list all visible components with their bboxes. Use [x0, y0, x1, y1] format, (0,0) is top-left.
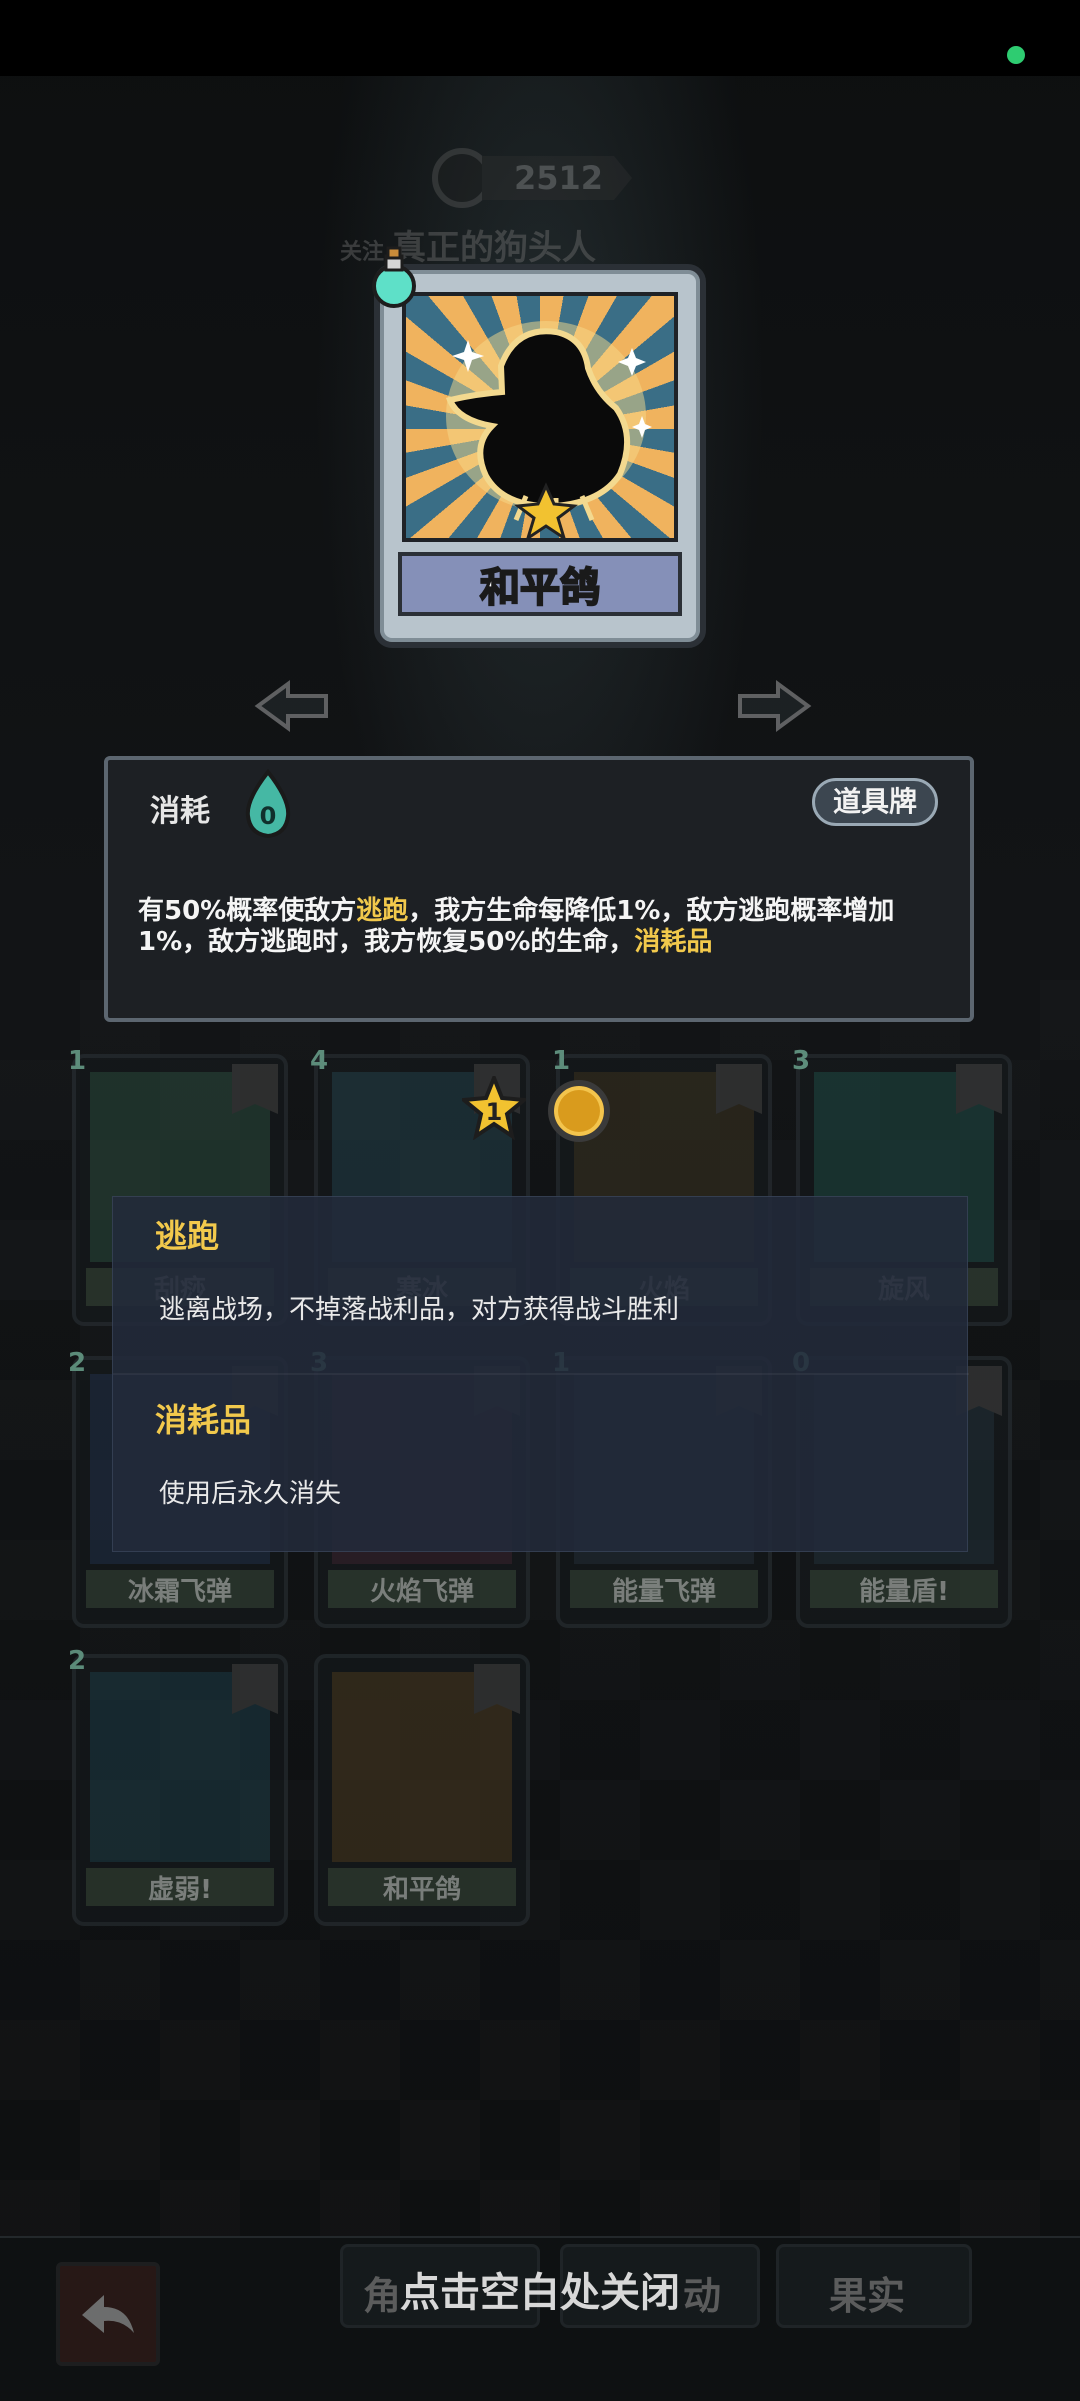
deck-card-cost: 1: [552, 1046, 571, 1076]
keyword-tooltip: 逃跑 逃离战场，不掉落战利品，对方获得战斗胜利 消耗品 使用后永久消失: [112, 1196, 969, 1552]
deck-card-name: 火焰飞弹: [369, 1576, 474, 1607]
back-button[interactable]: [56, 2262, 160, 2366]
keyword-flee[interactable]: 逃跑: [356, 896, 408, 926]
deck-card-name: 虚弱!: [148, 1874, 212, 1905]
energy-drop-icon: 0: [245, 768, 291, 839]
deck-card-cost: 1: [68, 1046, 87, 1076]
deck-card[interactable]: 2 虚弱!: [68, 1646, 288, 1926]
level-star-value: 1: [486, 1098, 503, 1126]
tap-to-close-hint[interactable]: 点击空白处关闭: [340, 2260, 740, 2318]
card-description-panel: 消耗 0 道具牌 有50%概率使敌方逃跑，我方生命每降低1%，敌方逃跑概率增加1…: [104, 756, 974, 1022]
tooltip-divider: [113, 1373, 969, 1375]
next-card-arrow-icon[interactable]: [736, 680, 812, 732]
deck-card-name-bar: 虚弱!: [86, 1868, 274, 1906]
deck-card-name: 能量盾!: [859, 1576, 949, 1607]
level-star-icon: 1: [462, 1076, 526, 1140]
featured-card: 和平鸽: [374, 264, 706, 648]
tooltip-body-flee: 逃离战场，不掉落战利品，对方获得战斗胜利: [159, 1295, 680, 1325]
deck-card-cost: 2: [68, 1348, 87, 1378]
tab-button-fruit[interactable]: 果实: [776, 2244, 972, 2328]
back-arrow-icon: [82, 2295, 134, 2333]
deck-card-name: 冰霜飞弹: [127, 1576, 232, 1607]
featured-card-name: 和平鸽: [479, 564, 601, 612]
dove-silhouette-icon: [445, 321, 652, 538]
deck-card-name-bar: 冰霜飞弹: [86, 1570, 274, 1608]
deck-card[interactable]: 和平鸽: [314, 1654, 530, 1926]
tooltip-title-consumable: 消耗品: [155, 1401, 252, 1439]
deck-card-name-bar: 火焰飞弹: [328, 1570, 516, 1608]
deck-card-cost: 2: [68, 1646, 87, 1676]
card-description: 有50%概率使敌方逃跑，我方生命每降低1%，敌方逃跑概率增加1%，敌方逃跑时，我…: [138, 896, 938, 958]
deck-card-cost: 3: [792, 1046, 811, 1076]
tooltip-body-consumable: 使用后永久消失: [159, 1479, 342, 1509]
status-indicator-dot: [1007, 46, 1025, 64]
featured-card-art: [402, 292, 678, 542]
prev-card-arrow-icon[interactable]: [254, 680, 330, 732]
deck-card-name-bar: 能量盾!: [810, 1570, 998, 1608]
tab-button-fruit-label: 果实: [829, 2274, 906, 2318]
coin-icon: [548, 1080, 610, 1142]
tooltip-title-flee: 逃跑: [155, 1217, 220, 1255]
potion-icon: [372, 246, 416, 308]
deck-card-name: 能量飞弹: [611, 1576, 716, 1607]
deck-card-cost: 4: [310, 1046, 329, 1076]
deck-card-name-bar: 能量飞弹: [570, 1570, 758, 1608]
keyword-consumable[interactable]: 消耗品: [634, 927, 712, 957]
deck-card-name: 和平鸽: [382, 1874, 461, 1905]
featured-card-name-bar: 和平鸽: [398, 552, 682, 616]
card-type-label: 消耗: [150, 794, 210, 829]
status-bar: [0, 0, 1080, 76]
deck-card-name-bar: 和平鸽: [328, 1868, 516, 1906]
card-cost: 0: [260, 802, 277, 830]
card-category-badge: 道具牌: [811, 778, 938, 826]
score-value: 2512: [514, 159, 604, 197]
score-plate: 2512: [432, 148, 640, 208]
desc-part: 有50%概率使敌方: [138, 896, 357, 926]
